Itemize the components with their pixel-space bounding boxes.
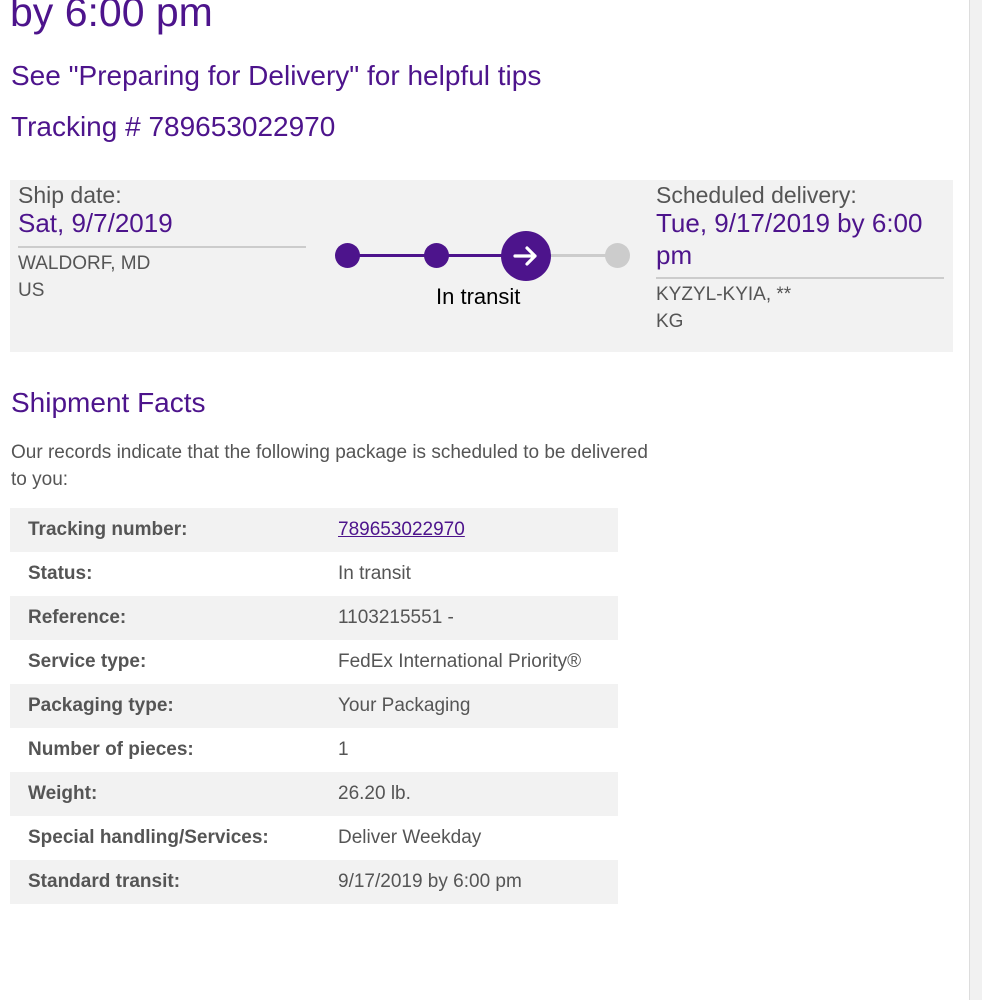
table-row: Tracking number: 789653022970 xyxy=(10,508,618,552)
row-label: Standard transit: xyxy=(28,871,181,892)
row-value: In transit xyxy=(338,563,411,584)
destination-city: KYZYL-KYIA, ** xyxy=(656,284,792,305)
delivery-time-headline: by 6:00 pm xyxy=(10,0,213,35)
origin-country: US xyxy=(18,280,45,301)
table-row: Special handling/Services: Deliver Weekd… xyxy=(10,816,618,860)
progress-step-delivered xyxy=(605,243,630,268)
ship-date-label: Ship date: xyxy=(18,182,122,208)
row-value: 1103215551 - xyxy=(338,607,454,628)
row-label: Weight: xyxy=(28,783,98,804)
row-value: 26.20 lb. xyxy=(338,783,411,804)
destination-location: KYZYL-KYIA, ** KG xyxy=(656,281,791,335)
scheduled-delivery-value: Tue, 9/17/2019 by 6:00 pm xyxy=(656,208,923,270)
shipment-status-panel: Ship date: Sat, 9/7/2019 WALDORF, MD US … xyxy=(10,180,953,352)
row-value: 9/17/2019 by 6:00 pm xyxy=(338,871,522,892)
shipment-facts-intro: Our records indicate that the following … xyxy=(11,442,648,490)
table-row: Standard transit: 9/17/2019 by 6:00 pm xyxy=(10,860,618,904)
row-label: Reference: xyxy=(28,607,127,628)
row-value: Your Packaging xyxy=(338,695,471,716)
progress-status-label: In transit xyxy=(436,284,521,309)
progress-step-shipped xyxy=(424,243,449,268)
vertical-scrollbar[interactable] xyxy=(969,0,982,1000)
table-row: Number of pieces: 1 xyxy=(10,728,618,772)
row-value: Deliver Weekday xyxy=(338,827,482,848)
shipment-facts-title: Shipment Facts xyxy=(11,387,206,418)
tracking-number-link[interactable]: 789653022970 xyxy=(338,519,465,540)
row-label: Number of pieces: xyxy=(28,739,194,760)
table-row: Packaging type: Your Packaging xyxy=(10,684,618,728)
ship-date-value: Sat, 9/7/2019 xyxy=(18,208,173,238)
row-label: Service type: xyxy=(28,651,147,672)
table-row: Reference: 1103215551 - xyxy=(10,596,618,640)
row-label: Status: xyxy=(28,563,93,584)
table-row: Status: In transit xyxy=(10,552,618,596)
origin-location: WALDORF, MD US xyxy=(18,250,150,304)
row-value: 1 xyxy=(338,739,349,760)
origin-city: WALDORF, MD xyxy=(18,253,151,274)
preparing-for-delivery-link[interactable]: See "Preparing for Delivery" for helpful… xyxy=(11,60,541,92)
row-label: Packaging type: xyxy=(28,695,174,716)
tracking-number-heading: Tracking # 789653022970 xyxy=(11,111,336,142)
delivery-progress-tracker xyxy=(330,225,640,285)
row-value: FedEx International Priority® xyxy=(338,651,582,672)
progress-step-picked-up xyxy=(335,243,360,268)
progress-step-current xyxy=(501,231,551,281)
table-row: Service type: FedEx International Priori… xyxy=(10,640,618,684)
scheduled-delivery-label: Scheduled delivery: xyxy=(656,182,857,208)
destination-country: KG xyxy=(656,311,684,332)
row-label: Special handling/Services: xyxy=(28,827,269,848)
row-label: Tracking number: xyxy=(28,519,188,540)
delivery-divider xyxy=(656,277,944,279)
table-row: Weight: 26.20 lb. xyxy=(10,772,618,816)
shipment-facts-table: Tracking number: 789653022970 Status: In… xyxy=(10,508,618,904)
ship-divider xyxy=(18,246,306,248)
arrow-right-icon xyxy=(513,245,539,267)
